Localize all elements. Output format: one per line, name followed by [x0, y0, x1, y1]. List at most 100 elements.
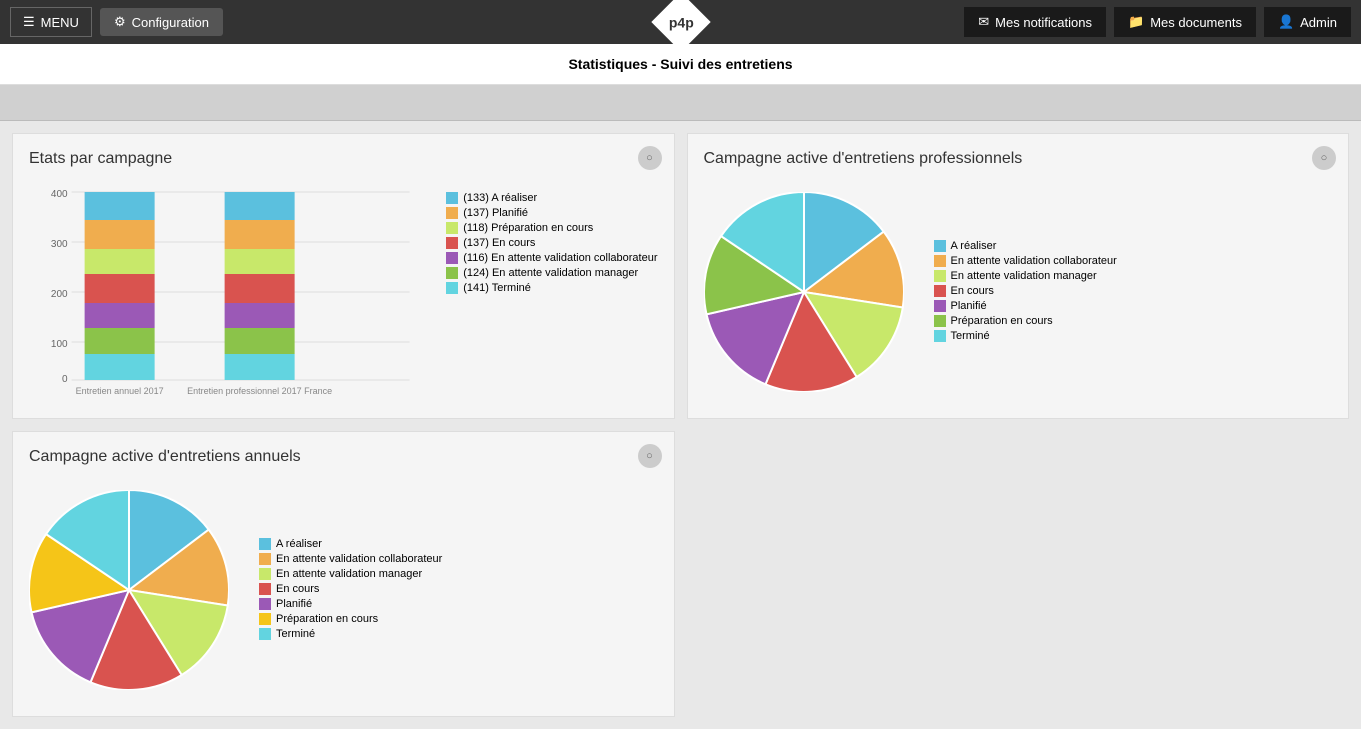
pie-pro-layout: A réaliser En attente validation collabor…	[704, 182, 1333, 402]
legend-item: En cours	[934, 285, 1117, 297]
config-icon: ⚙	[114, 14, 126, 30]
legend-label: Terminé	[276, 628, 315, 640]
chart-and-legend: 400 300 200 100 0	[29, 182, 658, 402]
header-left: ☰ MENU ⚙ Configuration	[10, 7, 956, 37]
legend-item: En cours	[259, 583, 442, 595]
svg-text:200: 200	[51, 289, 68, 300]
header: ☰ MENU ⚙ Configuration p4p ✉ Mes notific…	[0, 0, 1361, 44]
legend-item: (116) En attente validation collaborateu…	[446, 252, 657, 264]
menu-icon: ☰	[23, 14, 35, 30]
pie-annual-layout: A réaliser En attente validation collabor…	[29, 480, 658, 700]
legend-color	[934, 300, 946, 312]
legend-color	[446, 207, 458, 219]
legend-color	[446, 192, 458, 204]
svg-text:100: 100	[51, 339, 68, 350]
bar-chart-legend: (133) A réaliser (137) Planifié (118) Prép…	[446, 182, 657, 402]
legend-label: (141) Terminé	[463, 282, 531, 294]
admin-button[interactable]: 👤 Admin	[1264, 7, 1351, 37]
pie-annual-svg	[29, 490, 229, 690]
config-button[interactable]: ⚙ Configuration	[100, 8, 223, 36]
legend-item: A réaliser	[259, 538, 442, 550]
legend-color	[934, 330, 946, 342]
legend-label: (116) En attente validation collaborateu…	[463, 252, 657, 264]
legend-item: Terminé	[259, 628, 442, 640]
legend-color	[259, 538, 271, 550]
legend-color	[259, 628, 271, 640]
documents-button[interactable]: 📁 Mes documents	[1114, 7, 1256, 37]
legend-label: En attente validation manager	[951, 270, 1097, 282]
legend-item: (137) Planifié	[446, 207, 657, 219]
admin-label: Admin	[1300, 15, 1337, 30]
legend-color	[259, 568, 271, 580]
notifications-button[interactable]: ✉ Mes notifications	[964, 7, 1106, 37]
legend-label: Préparation en cours	[951, 315, 1053, 327]
pie-pro-legend: A réaliser En attente validation collabor…	[934, 240, 1117, 345]
bar-chart-wrapper: 400 300 200 100 0	[29, 182, 430, 402]
card-etats-icon[interactable]: ○	[638, 146, 662, 170]
card-etats-title: Etats par campagne	[29, 150, 658, 168]
legend-item: Planifié	[259, 598, 442, 610]
legend-label: (133) A réaliser	[463, 192, 537, 204]
legend-item: En attente validation collaborateur	[259, 553, 442, 565]
menu-label: MENU	[41, 15, 79, 30]
legend-item: (133) A réaliser	[446, 192, 657, 204]
legend-label: A réaliser	[951, 240, 997, 252]
legend-color	[259, 553, 271, 565]
legend-label: (124) En attente validation manager	[463, 267, 638, 279]
legend-item: (137) En cours	[446, 237, 657, 249]
svg-text:Entretien professionnel 2017 F: Entretien professionnel 2017 France	[187, 386, 332, 396]
annual-legend-list: A réaliser En attente validation collabor…	[259, 538, 442, 640]
legend-item: Planifié	[934, 300, 1117, 312]
menu-button[interactable]: ☰ MENU	[10, 7, 92, 37]
legend-color	[259, 598, 271, 610]
legend-item: En attente validation manager	[934, 270, 1117, 282]
card-annual-icon[interactable]: ○	[638, 444, 662, 468]
legend-color	[934, 285, 946, 297]
svg-text:Entretien annuel 2017: Entretien annuel 2017	[76, 386, 164, 396]
legend-item: (141) Terminé	[446, 282, 657, 294]
legend-item: (124) En attente validation manager	[446, 267, 657, 279]
legend-color	[446, 222, 458, 234]
legend-item: Préparation en cours	[934, 315, 1117, 327]
legend-item: Préparation en cours	[259, 613, 442, 625]
bar1	[85, 192, 155, 380]
legend-item: (118) Préparation en cours	[446, 222, 657, 234]
etats-legend-list: (133) A réaliser (137) Planifié (118) Prép…	[446, 192, 657, 294]
legend-label: Planifié	[951, 300, 987, 312]
legend-label: Planifié	[276, 598, 312, 610]
legend-color	[934, 240, 946, 252]
logo-container: p4p	[660, 1, 702, 43]
legend-label: Préparation en cours	[276, 613, 378, 625]
legend-item: En attente validation collaborateur	[934, 255, 1117, 267]
legend-item: A réaliser	[934, 240, 1117, 252]
notifications-icon: ✉	[978, 14, 989, 30]
legend-label: En attente validation collaborateur	[276, 553, 442, 565]
pro-legend-list: A réaliser En attente validation collabor…	[934, 240, 1117, 342]
legend-label: En attente validation collaborateur	[951, 255, 1117, 267]
card-annual-title: Campagne active d'entretiens annuels	[29, 448, 658, 466]
logo-text: p4p	[668, 14, 693, 30]
pie-pro-svg	[704, 192, 904, 392]
legend-color	[934, 255, 946, 267]
legend-color	[259, 613, 271, 625]
legend-color	[446, 282, 458, 294]
legend-item: Terminé	[934, 330, 1117, 342]
legend-label: En cours	[951, 285, 994, 297]
svg-text:400: 400	[51, 189, 68, 200]
toolbar	[0, 85, 1361, 121]
legend-label: En attente validation manager	[276, 568, 422, 580]
card-campagne-pro: Campagne active d'entretiens professionn…	[687, 133, 1350, 419]
header-right: ✉ Mes notifications 📁 Mes documents 👤 Ad…	[964, 7, 1351, 37]
config-label: Configuration	[132, 15, 209, 30]
legend-label: (137) En cours	[463, 237, 535, 249]
legend-label: En cours	[276, 583, 319, 595]
legend-item: En attente validation manager	[259, 568, 442, 580]
card-etats-par-campagne: Etats par campagne ○ 400 300 200 100 0	[12, 133, 675, 419]
card-campagne-annuels: Campagne active d'entretiens annuels ○ A…	[12, 431, 675, 717]
legend-label: Terminé	[951, 330, 990, 342]
card-pro-icon[interactable]: ○	[1312, 146, 1336, 170]
page-title: Statistiques - Suivi des entretiens	[568, 56, 792, 72]
card-pro-title: Campagne active d'entretiens professionn…	[704, 150, 1333, 168]
bar2	[225, 192, 295, 380]
pie-annual-legend: A réaliser En attente validation collabor…	[259, 538, 442, 643]
